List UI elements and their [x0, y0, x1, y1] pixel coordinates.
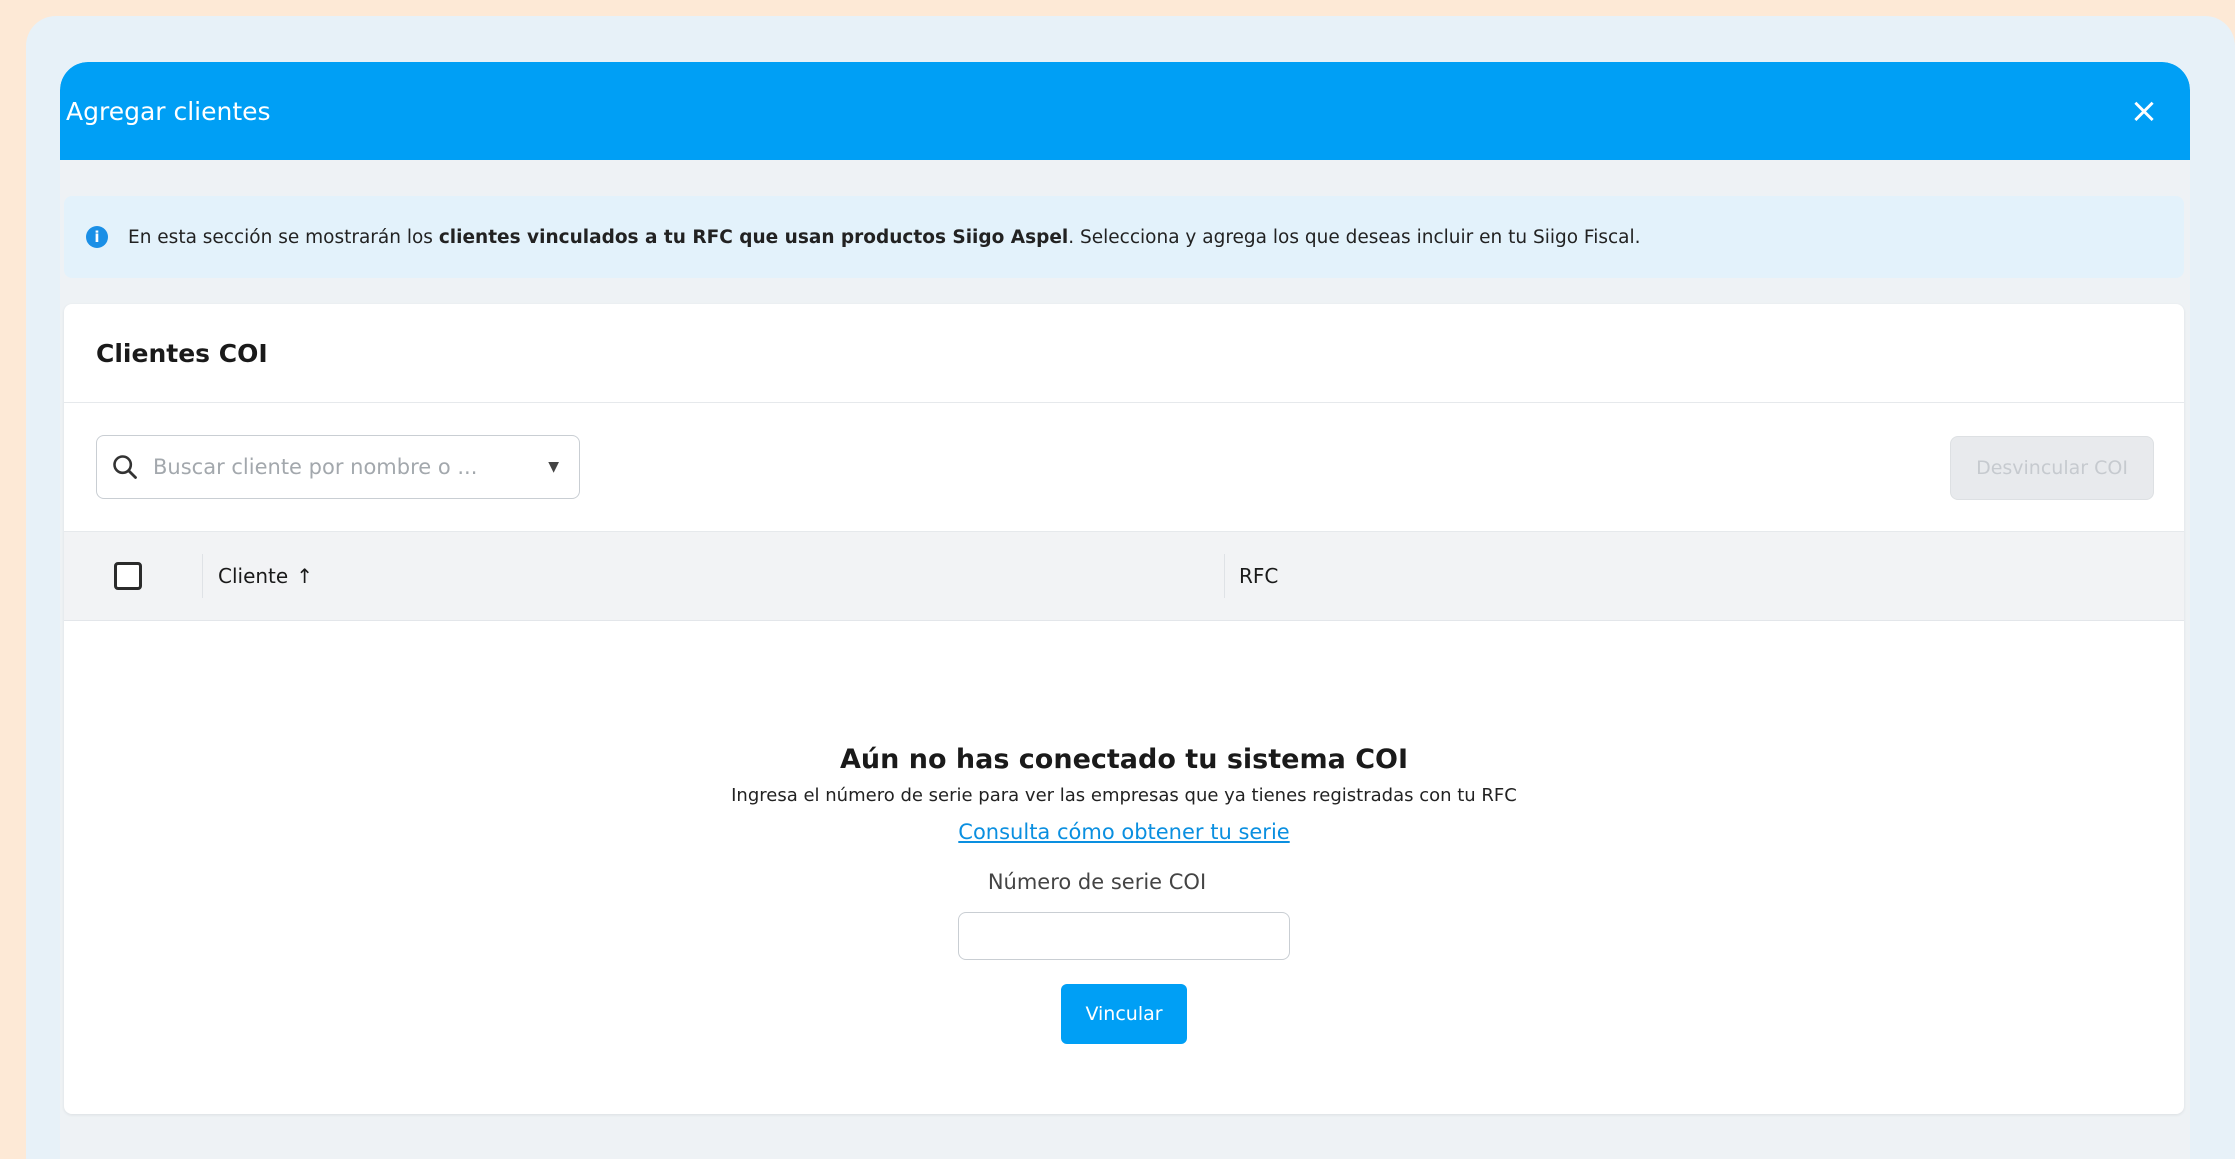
column-header-rfc[interactable]: RFC [1239, 564, 1278, 588]
sort-ascending-icon: ↑ [296, 564, 313, 588]
info-icon: i [86, 226, 108, 248]
info-text-prefix: En esta sección se mostrarán los [128, 226, 439, 248]
info-text: En esta sección se mostrarán los cliente… [128, 227, 1641, 248]
info-text-suffix: . Selecciona y agrega los que deseas inc… [1068, 226, 1641, 248]
empty-state-title: Aún no has conectado tu sistema COI [839, 744, 1409, 775]
link-button[interactable]: Vincular [1061, 984, 1187, 1044]
modal-header: Agregar clientes × [60, 62, 2190, 160]
empty-state: Aún no has conectado tu sistema COI Ingr… [64, 744, 2184, 1044]
info-text-bold: clientes vinculados a tu RFC que usan pr… [438, 226, 1069, 248]
add-clients-modal: Agregar clientes × i En esta sección se … [60, 62, 2190, 1159]
search-placeholder: Buscar cliente por nombre o ... [153, 455, 478, 479]
search-icon [113, 455, 137, 479]
modal-title: Agregar clientes [66, 96, 271, 126]
search-input[interactable]: Buscar cliente por nombre o ... ▼ [96, 435, 580, 499]
card-title: Clientes COI [64, 304, 2184, 403]
select-all-checkbox[interactable] [114, 562, 142, 590]
toolbar: Buscar cliente por nombre o ... ▼ Desvin… [64, 403, 2184, 532]
column-divider [202, 554, 203, 598]
unlink-coi-button[interactable]: Desvincular COI [1950, 436, 2154, 500]
column-header-cliente[interactable]: Cliente ↑ [218, 564, 313, 588]
close-icon[interactable]: × [2120, 87, 2168, 135]
serial-number-field[interactable] [958, 912, 1290, 960]
table-header: Cliente ↑ RFC [64, 532, 2184, 621]
serial-help-link[interactable]: Consulta cómo obtener tu serie [958, 820, 1289, 844]
chevron-down-icon[interactable]: ▼ [548, 459, 559, 475]
column-label-cliente: Cliente [218, 564, 289, 588]
serial-field-label: Número de serie COI [987, 870, 1207, 894]
column-divider [1224, 554, 1225, 598]
info-banner: i En esta sección se mostrarán los clien… [64, 196, 2184, 278]
clients-card: Clientes COI Buscar cliente por nombre o… [64, 304, 2184, 1114]
empty-state-description: Ingresa el número de serie para ver las … [731, 785, 1517, 806]
